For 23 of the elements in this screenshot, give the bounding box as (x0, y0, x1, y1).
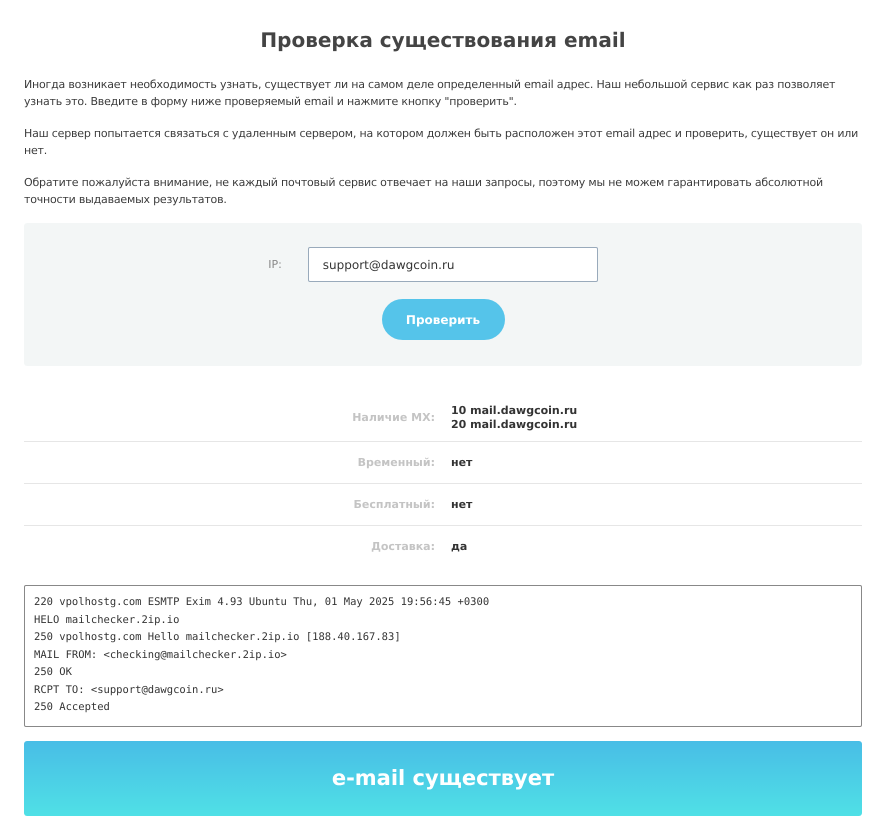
field-label: IP: (268, 258, 282, 271)
log-line: 250 Accepted (34, 700, 111, 715)
result-label: Временный: (356, 456, 435, 469)
intro-paragraph: Наш сервер попытается связаться с удаленным сервером, на котором должен быть расположен этот email адрес и проверить, существует он или нет. (24, 126, 860, 159)
result-label: Бесплатный: (352, 498, 435, 511)
result-value: 10 mail.dawgcoin.ru (451, 404, 578, 417)
log-line: RCPT TO: <support@dawgcoin.ru> (34, 682, 225, 698)
email-input-field[interactable]: support@dawgcoin.ru (308, 247, 598, 282)
result-value: да (451, 540, 468, 553)
result-label: Наличие MX: (351, 411, 435, 424)
log-line: HELO mailchecker.2ip.io (34, 612, 180, 628)
result-value: нет (451, 456, 474, 469)
result-value: нет (451, 498, 474, 511)
page-title: Проверка существования email (259, 28, 627, 52)
result-value: 20 mail.dawgcoin.ru (451, 418, 578, 431)
intro-paragraph: Иногда возникает необходимость узнать, существует ли на самом деле определенный email адрес. Наш небольшой сервис как раз позволяет узнать это. Введите в форму ниже проверяемый email и нажмите кнопку "проверить". (24, 77, 836, 110)
log-line: 220 vpolhostg.com ESMTP Exim 4.93 Ubuntu Thu, 01 May 2025 19:56:45 +0300 (34, 595, 490, 610)
log-line: MAIL FROM: <checking@mailchecker.2ip.io> (34, 648, 288, 662)
log-line: 250 vpolhostg.com Hello mailchecker.2ip.io [188.40.167.83] (34, 630, 402, 645)
result-label: Доставка: (370, 540, 435, 553)
result-banner: e-mail существует (24, 740, 862, 816)
intro-paragraph: Обратите пожалуйста внимание, не каждый почтовый сервис отвечает на наши запросы, поэтому мы не можем гарантировать абсолютной точности выдаваемых результатов. (24, 175, 824, 208)
log-line: 250 OK (34, 665, 73, 680)
